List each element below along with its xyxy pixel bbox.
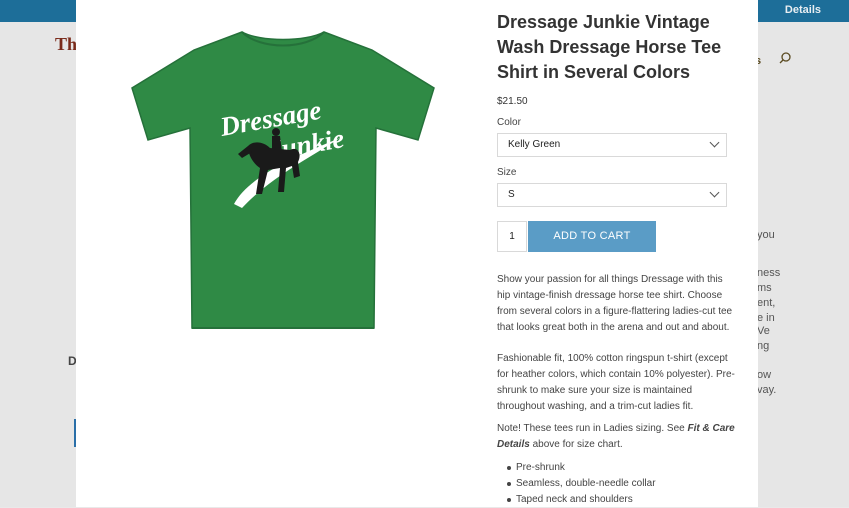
color-label: Color (497, 117, 521, 128)
description-paragraph: Show your passion for all things Dressag… (497, 274, 733, 333)
background-text: ms (757, 282, 772, 294)
chevron-down-icon (709, 187, 720, 198)
background-text: vay. (757, 384, 777, 396)
chevron-down-icon (709, 137, 720, 148)
quantity-input[interactable]: 1 (497, 221, 527, 252)
topbar-details-link[interactable]: Details (785, 4, 821, 16)
background-text: ent, (757, 297, 776, 309)
background-text: ness (757, 267, 781, 279)
product-title: Dressage Junkie Vintage Wash Dressage Ho… (497, 12, 722, 82)
note-prefix: Note! These tees run in Ladies sizing. S… (497, 423, 688, 434)
color-select-value: Kelly Green (508, 139, 561, 150)
size-select[interactable]: S (497, 183, 727, 207)
note-suffix: above for size chart. (529, 439, 623, 450)
size-label: Size (497, 167, 517, 178)
background-text: ow (757, 369, 772, 381)
list-item: Seamless, double-needle collar (497, 476, 737, 492)
color-select[interactable]: Kelly Green (497, 133, 727, 157)
product-price: $21.50 (497, 96, 528, 107)
quick-view-modal: Dressage Junkie Dressage Junkie Vintage … (76, 0, 758, 507)
feature-list: Pre-shrunk Seamless, double-needle colla… (497, 460, 737, 508)
search-icon[interactable] (779, 52, 791, 64)
background-text: ng (757, 340, 770, 352)
background-text: you (757, 229, 775, 241)
size-select-value: S (508, 189, 515, 200)
background-text: Ve (757, 325, 770, 337)
list-item: Pre-shrunk (497, 460, 737, 476)
add-to-cart-button[interactable]: ADD TO CART (528, 221, 656, 252)
list-item: Taped neck and shoulders (497, 492, 737, 508)
sizing-note: Note! These tees run in Ladies sizing. S… (497, 421, 737, 453)
site-logo[interactable]: Th (55, 34, 77, 55)
product-image[interactable]: Dressage Junkie (130, 28, 436, 330)
description-paragraph: Fashionable fit, 100% cotton ringspun t-… (497, 353, 735, 412)
